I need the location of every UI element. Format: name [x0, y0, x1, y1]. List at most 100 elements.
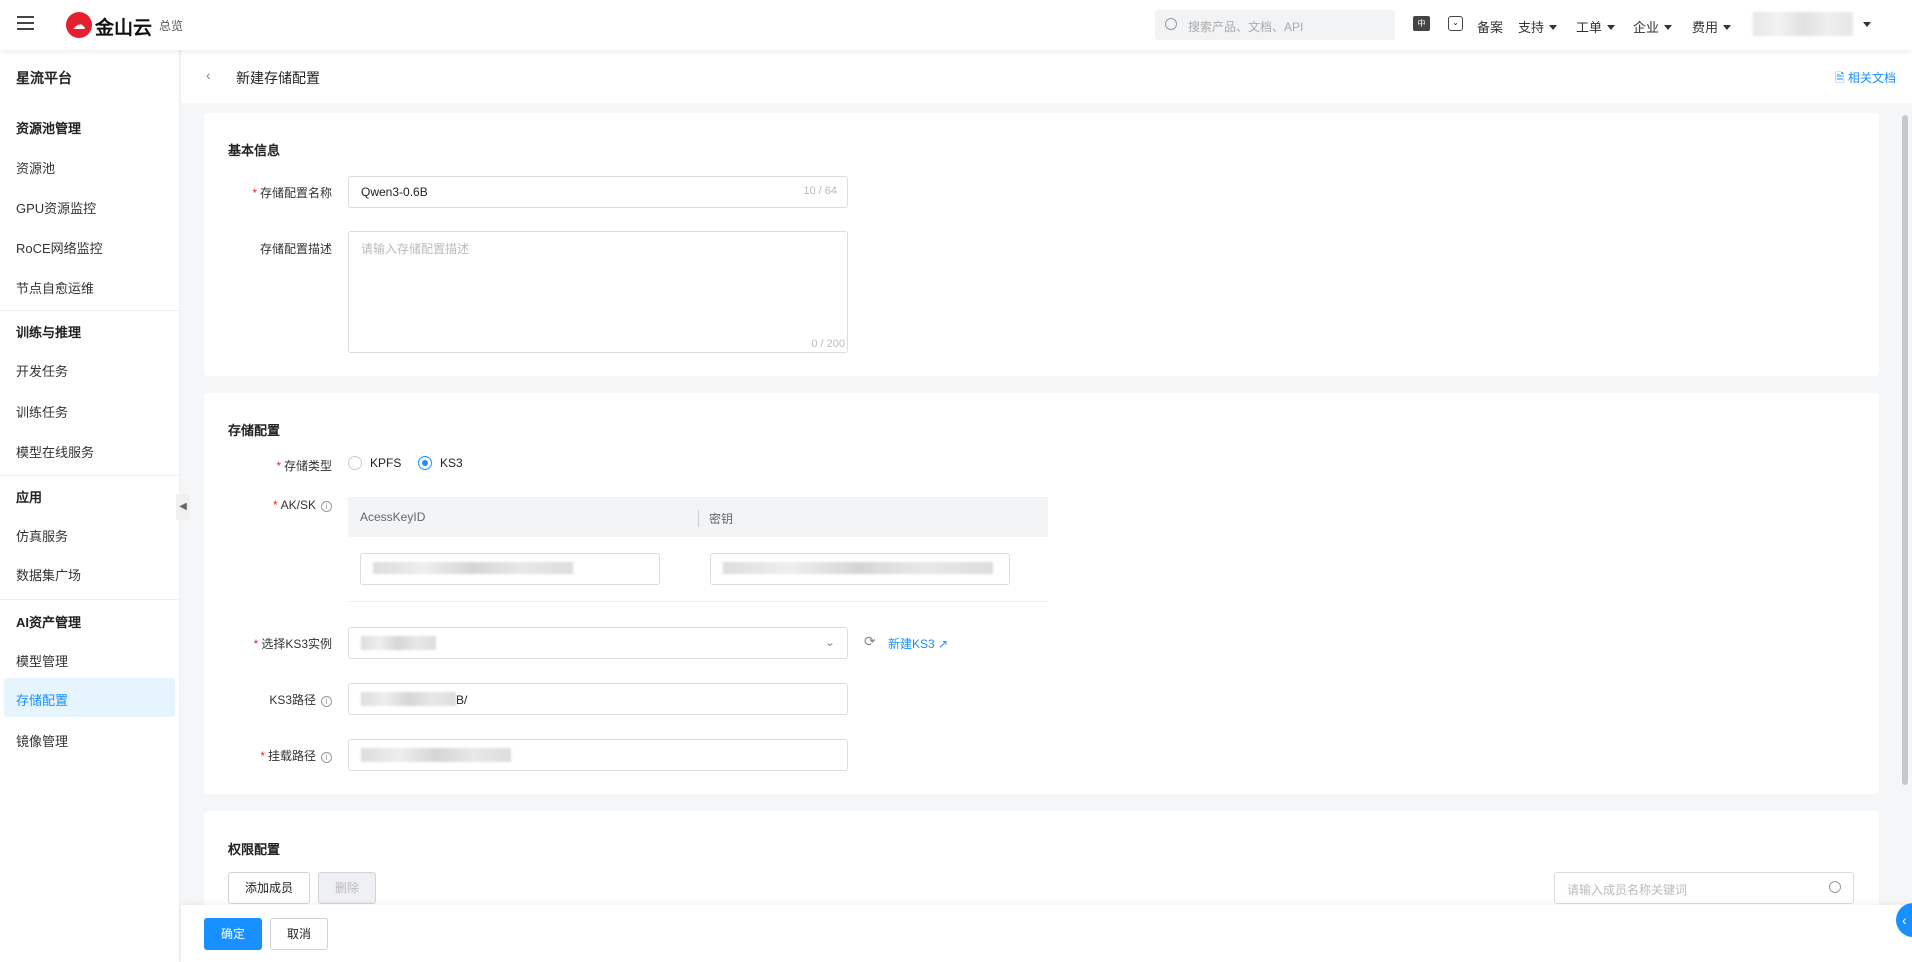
nav-label: 工单 [1576, 20, 1603, 35]
sidebar-item-model-serving[interactable]: 模型在线服务 [4, 430, 175, 469]
col-access-key: AcessKeyID [360, 510, 426, 524]
footer-bar: 确定 取消 [181, 905, 1912, 962]
path-label: KS3路径 i [204, 691, 332, 708]
external-link-icon: ↗ [938, 637, 949, 651]
path-suffix: B/ [456, 693, 468, 707]
docs-label: 相关文档 [1847, 71, 1896, 85]
char-count: 0 / 200 [811, 338, 845, 350]
type-radio-ks3[interactable]: KS3 [418, 456, 463, 470]
chevron-down-icon: ⌄ [824, 635, 835, 649]
name-input[interactable]: Qwen3-0.6B 10 / 64 [348, 176, 848, 208]
sidebar-item-models[interactable]: 模型管理 [4, 639, 175, 678]
sidebar-item-images[interactable]: 镜像管理 [4, 719, 175, 758]
instance-label: * 选择KS3实例 [253, 637, 332, 651]
nav-billing[interactable]: 费用 [1692, 17, 1732, 36]
sidebar-item-training-tasks[interactable]: 训练任务 [4, 390, 175, 429]
refresh-icon[interactable]: ⟳ [864, 633, 876, 650]
nav-label: 费用 [1692, 20, 1719, 35]
sidebar-collapse-button[interactable]: ◀ [176, 494, 190, 520]
logo-text[interactable]: 金山云 [95, 13, 152, 40]
section-title: 存储配置 [228, 423, 281, 438]
divider [0, 599, 180, 600]
secret-key-input[interactable] [710, 553, 1010, 585]
search-icon [1829, 881, 1841, 893]
masked-value [361, 692, 456, 706]
group-apps: 应用 [16, 490, 43, 505]
menu-icon[interactable] [17, 16, 34, 30]
ks3-path-input[interactable]: B/ [348, 683, 848, 715]
scrollbar[interactable] [1902, 115, 1908, 785]
nav-support[interactable]: 支持 [1518, 17, 1558, 36]
desc-placeholder: 请输入存储配置描述 [361, 242, 470, 256]
sidebar-item-gpu-monitor[interactable]: GPU资源监控 [4, 186, 175, 225]
add-member-button[interactable]: 添加成员 [228, 872, 310, 904]
radio-label: KPFS [370, 456, 402, 470]
nav-label: 支持 [1518, 20, 1545, 35]
language-icon[interactable]: 中 [1413, 16, 1430, 31]
platform-title: 星流平台 [16, 70, 72, 86]
search-placeholder: 搜索产品、文档、API [1188, 20, 1304, 34]
masked-value [373, 562, 573, 574]
basic-info-card: 基本信息 * 存储配置名称 Qwen3-0.6B 10 / 64 存储配置描述 请输… [204, 113, 1879, 376]
global-search-input[interactable]: 搜索产品、文档、API [1155, 10, 1395, 40]
sidebar-item-roce-monitor[interactable]: RoCE网络监控 [4, 226, 175, 265]
desc-textarea[interactable]: 请输入存储配置描述 0 / 200 [348, 231, 848, 353]
ks3-instance-select[interactable]: ⌄ [348, 627, 848, 659]
info-icon: i [321, 752, 332, 763]
confirm-button[interactable]: 确定 [204, 918, 262, 950]
link-label: 新建KS3 [888, 637, 935, 651]
section-title: 基本信息 [228, 143, 281, 158]
search-placeholder: 请输入成员名称关键词 [1567, 883, 1688, 897]
info-icon: i [321, 696, 332, 707]
nav-label: 企业 [1633, 20, 1660, 35]
related-docs-link[interactable]: 🗎 相关文档 [1835, 69, 1896, 90]
group-resource-pool: 资源池管理 [16, 121, 82, 136]
group-training: 训练与推理 [16, 325, 82, 340]
caret-down-icon [1549, 25, 1558, 30]
selected-value [361, 636, 436, 650]
access-key-input[interactable] [360, 553, 660, 585]
group-ai-assets: AI资产管理 [16, 615, 82, 630]
overview-link[interactable]: 总览 [159, 17, 183, 34]
divider [0, 310, 180, 311]
caret-down-icon [1607, 25, 1616, 30]
sidebar-item-storage-config[interactable]: 存储配置 [4, 678, 175, 717]
sidebar-item-node-selfheal[interactable]: 节点自愈运维 [4, 266, 175, 305]
member-search-input[interactable]: 请输入成员名称关键词 [1554, 872, 1854, 904]
page-title: 新建存储配置 [236, 70, 320, 86]
col-secret-key: 密钥 [698, 510, 733, 527]
logo-cloud-icon: ☁ [66, 12, 92, 38]
nav-filing[interactable]: 备案 [1477, 17, 1503, 36]
masked-value [723, 562, 993, 574]
caret-down-icon [1863, 22, 1871, 27]
sidebar-item-dataset-square[interactable]: 数据集广场 [4, 553, 175, 592]
storage-config-card: 存储配置 * 存储类型 KPFS KS3 * AK/SK i AcessKeyID 密… [204, 393, 1879, 794]
section-title: 权限配置 [228, 842, 281, 857]
nav-ticket[interactable]: 工单 [1576, 17, 1616, 36]
new-ks3-link[interactable]: 新建KS3 ↗ [888, 635, 948, 652]
search-icon [1165, 18, 1177, 30]
aksk-table-header: AcessKeyID 密钥 [348, 497, 1048, 537]
sidebar-item-simulation[interactable]: 仿真服务 [4, 514, 175, 553]
delete-button[interactable]: 删除 [318, 872, 376, 904]
nav-enterprise[interactable]: 企业 [1633, 17, 1673, 36]
aksk-row [348, 537, 1048, 602]
message-icon[interactable]: ⌄ [1448, 16, 1463, 31]
masked-value [361, 748, 511, 762]
cancel-button[interactable]: 取消 [270, 918, 328, 950]
desc-label: 存储配置描述 [259, 242, 332, 256]
name-value: Qwen3-0.6B [361, 185, 428, 199]
sidebar-item-dev-tasks[interactable]: 开发任务 [4, 349, 175, 388]
user-account-menu[interactable] [1753, 12, 1853, 36]
caret-down-icon [1723, 25, 1732, 30]
top-bar: ☁ 金山云 总览 搜索产品、文档、API 中 ⌄ 备案 支持 工单 企业 费用 [0, 0, 1912, 50]
divider [0, 475, 180, 476]
type-radio-kpfs[interactable]: KPFS [348, 456, 401, 470]
radio-checked-icon [418, 456, 432, 470]
info-icon: i [321, 501, 332, 512]
document-icon: 🗎 [1835, 71, 1848, 85]
back-icon[interactable]: ‹ [206, 67, 211, 83]
mount-label: * 挂载路径 i [204, 747, 332, 764]
mount-path-input[interactable] [348, 739, 848, 771]
sidebar-item-resource-pool[interactable]: 资源池 [4, 146, 175, 185]
